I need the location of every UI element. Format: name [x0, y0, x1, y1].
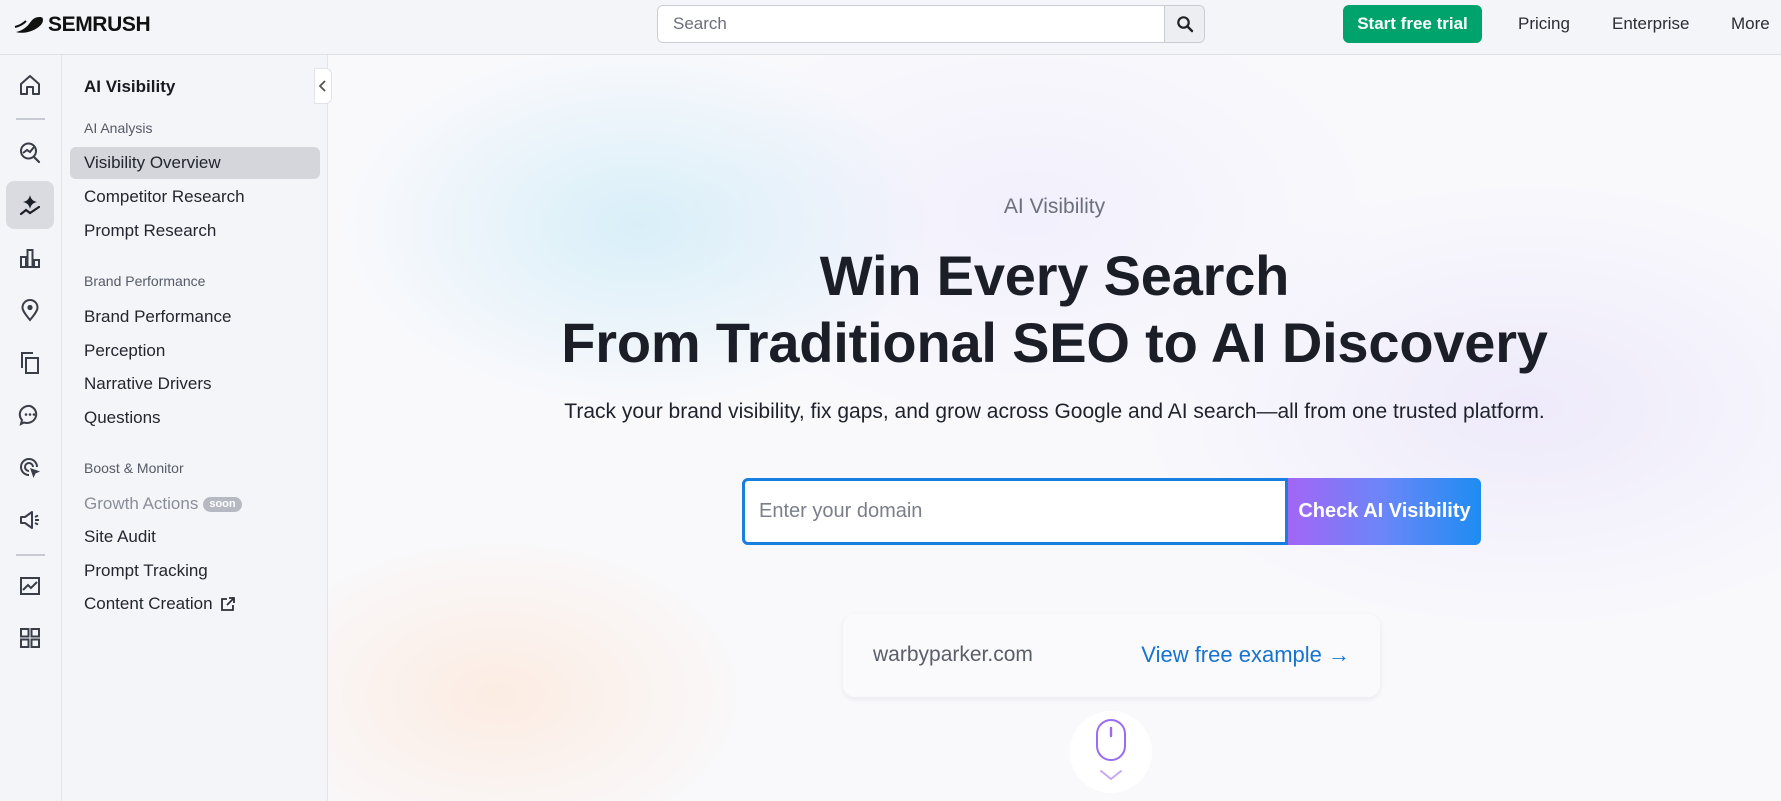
example-card: warbyparker.com View free example → [843, 614, 1380, 697]
line-chart-icon [20, 577, 40, 595]
rail-reports[interactable] [6, 562, 54, 610]
sidebar-item-growth-actions: Growth Actions soon [70, 488, 320, 520]
sidebar-item-perception[interactable]: Perception [70, 335, 320, 367]
sidebar-item-questions[interactable]: Questions [70, 402, 320, 434]
rail-home[interactable] [6, 61, 54, 109]
check-ai-visibility-button[interactable]: Check AI Visibility [1288, 478, 1481, 545]
sidebar-item-prompt-tracking[interactable]: Prompt Tracking [70, 555, 320, 587]
scroll-down-button[interactable] [1070, 711, 1152, 793]
search-input[interactable] [658, 6, 1164, 42]
mouse-scroll-icon [1096, 719, 1126, 781]
chevron-left-icon [318, 80, 326, 92]
sidebar-item-narrative-drivers[interactable]: Narrative Drivers [70, 368, 320, 400]
external-link-icon [219, 596, 236, 613]
rail-divider [16, 554, 45, 556]
rail-advertising[interactable] [6, 444, 54, 492]
sidebar-item-prompt-research[interactable]: Prompt Research [70, 215, 320, 247]
sidebar-section-brand-performance: Brand Performance [84, 273, 206, 289]
view-free-example-link[interactable]: View free example → [1141, 642, 1350, 668]
search-button[interactable] [1164, 6, 1204, 42]
rail-local[interactable] [6, 286, 54, 334]
cursor-click-icon [20, 458, 40, 478]
sidebar-item-visibility-overview[interactable]: Visibility Overview [70, 147, 320, 179]
rail-content[interactable] [6, 339, 54, 387]
hero-subline: Track your brand visibility, fix gaps, a… [564, 400, 1545, 423]
megaphone-icon [20, 511, 39, 529]
apps-grid-icon [20, 628, 40, 648]
sidebar-item-label: Content Creation [84, 594, 213, 613]
nav-enterprise[interactable]: Enterprise [1612, 14, 1689, 34]
top-header: SEMRUSH Start free trial Pricing Enterpr… [0, 0, 1781, 55]
bar-chart-icon [20, 249, 40, 268]
hero-headline-line2: From Traditional SEO to AI Discovery [561, 311, 1548, 374]
home-icon [20, 75, 40, 95]
icon-rail [0, 55, 62, 801]
rail-divider [16, 118, 45, 120]
rail-social[interactable] [6, 391, 54, 439]
rail-apps[interactable] [6, 614, 54, 662]
search-icon [1176, 16, 1193, 33]
sidebar-title: AI Visibility [84, 77, 176, 96]
copy-pages-icon [21, 352, 39, 374]
sidebar-item-content-creation[interactable]: Content Creation [70, 588, 320, 620]
sidebar-section-ai-analysis: AI Analysis [84, 120, 153, 136]
example-domain: warbyparker.com [873, 643, 1033, 666]
domain-input[interactable] [742, 478, 1288, 545]
soon-badge: soon [203, 496, 242, 512]
start-free-trial-button[interactable]: Start free trial [1343, 5, 1482, 43]
nav-pricing[interactable]: Pricing [1518, 14, 1570, 34]
hero-section: AI Visibility Win Every Search From Trad… [328, 55, 1781, 801]
global-search [657, 5, 1205, 43]
collapse-sidebar-button[interactable] [314, 68, 332, 104]
sidebar-item-label: Growth Actions [84, 494, 199, 513]
chat-bubble-icon [18, 404, 38, 426]
rail-traffic[interactable] [6, 234, 54, 282]
location-pin-icon [21, 299, 39, 322]
sidebar-item-brand-performance[interactable]: Brand Performance [70, 301, 320, 333]
hero-eyebrow: AI Visibility [1003, 195, 1106, 218]
semrush-logo[interactable]: SEMRUSH [14, 13, 151, 37]
rail-ai-visibility[interactable] [6, 181, 54, 229]
rail-pr[interactable] [6, 496, 54, 544]
nav-more[interactable]: More [1731, 14, 1770, 34]
ai-visibility-icon [19, 195, 41, 216]
sidebar-section-boost-monitor: Boost & Monitor [84, 460, 184, 476]
rail-seo[interactable] [6, 128, 54, 176]
sidebar-item-site-audit[interactable]: Site Audit [70, 521, 320, 553]
logo-text: SEMRUSH [48, 13, 151, 36]
hero-headline-line1: Win Every Search [819, 244, 1290, 307]
domain-check-form: Check AI Visibility [742, 478, 1481, 545]
trends-search-icon [20, 142, 41, 164]
sidebar-item-competitor-research[interactable]: Competitor Research [70, 181, 320, 213]
semrush-logo-icon [14, 17, 43, 33]
